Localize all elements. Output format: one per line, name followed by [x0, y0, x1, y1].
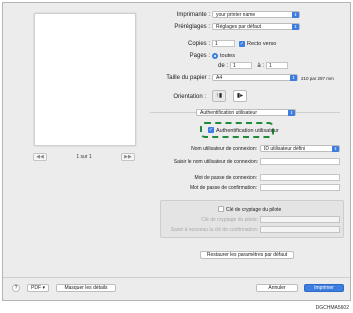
prev-page-button[interactable]: ◀◀ — [33, 153, 47, 161]
driver-key-confirm-field[interactable] — [260, 226, 340, 233]
password-field[interactable] — [260, 174, 340, 181]
driver-key-field-label: Clé de cryptage du pilote: — [201, 217, 258, 223]
pages-all-label: toutes — [220, 53, 235, 59]
copies-label: Copies : — [187, 41, 210, 47]
copies-field[interactable]: 1 — [212, 40, 235, 47]
presets-label: Préréglages : — [174, 24, 210, 30]
driver-key-label: Clé de cryptage du pilote — [226, 206, 282, 213]
pages-all-radio[interactable] — [212, 53, 218, 59]
pages-label: Pages : — [189, 53, 210, 59]
password-confirm-field[interactable] — [260, 184, 340, 191]
help-button[interactable]: ? — [12, 284, 20, 292]
presets-select[interactable]: Réglages par défaut ⇕ — [212, 23, 300, 30]
restore-defaults-button[interactable]: Restaurer les paramètres par défaut — [200, 251, 294, 259]
pages-from-field[interactable]: 1 — [230, 62, 252, 69]
duplex-checkbox[interactable]: ✓ — [239, 40, 245, 47]
page-indicator: 1 sur 1 — [76, 154, 92, 160]
printer-value: your printer name — [216, 12, 256, 18]
auth-checkbox[interactable]: ✓ — [208, 127, 214, 133]
landscape-icon: ▮▸ — [236, 93, 244, 99]
password-label: Mot de passe de connexion: — [194, 175, 257, 181]
login-name-label: Saisir le nom utilisateur de connexion: — [173, 159, 258, 165]
portrait-icon: ↑▮ — [215, 93, 223, 99]
panel-value: Authentification utilisateur — [200, 110, 257, 116]
login-name-field[interactable] — [260, 158, 340, 165]
page-preview — [34, 13, 136, 146]
printer-select[interactable]: your printer name ⇕ — [212, 11, 300, 18]
duplex-label: Recto verso — [247, 41, 277, 47]
password-confirm-label: Mot de passe de confirmation: — [190, 185, 257, 191]
auth-checkbox-label: Authentification utilisateur — [216, 127, 279, 134]
pdf-menu-button[interactable]: PDF ▾ — [27, 284, 49, 292]
chevron-updown-icon: ⇕ — [290, 75, 297, 81]
pages-from-label: de : — [217, 63, 228, 69]
driver-key-checkbox[interactable] — [218, 206, 224, 212]
landscape-orientation-button[interactable]: ▮▸ — [233, 90, 247, 102]
paper-size-select[interactable]: A4 ⇕ — [212, 74, 298, 81]
pages-to-label: à : — [257, 63, 264, 69]
hide-details-button[interactable]: Masquer les détails — [56, 284, 116, 292]
chevron-updown-icon: ⇕ — [332, 146, 339, 152]
paper-size-label: Taille du papier : — [166, 75, 210, 81]
preview-pager: ◀◀ 1 sur 1 ▶▶ — [33, 153, 135, 161]
login-type-select[interactable]: ID utilisateur défini ⇕ — [260, 145, 340, 152]
portrait-orientation-button[interactable]: ↑▮ — [212, 90, 226, 102]
chevron-updown-icon: ⇕ — [292, 12, 299, 18]
login-type-value: ID utilisateur défini — [264, 146, 306, 152]
print-button[interactable]: Imprimer — [304, 284, 344, 292]
next-page-button[interactable]: ▶▶ — [120, 153, 135, 161]
paper-size-value: A4 — [216, 75, 223, 81]
document-code: DGCHMA5602 — [315, 305, 349, 311]
pages-to-field[interactable]: 1 — [266, 62, 288, 69]
paper-dimensions: 210 par 297 mm — [301, 75, 334, 81]
driver-key-field[interactable] — [260, 216, 340, 223]
presets-value: Réglages par défaut — [216, 24, 262, 30]
orientation-label: Orientation : — [173, 94, 206, 100]
cancel-button[interactable]: Annuler — [256, 284, 298, 292]
login-type-label: Nom utilisateur de connexion: — [191, 146, 257, 152]
panel-select[interactable]: Authentification utilisateur ⇕ — [196, 109, 296, 116]
driver-key-confirm-label: Saisir à nouveau la clé de confirmation: — [170, 227, 258, 233]
printer-label: Imprimante : — [176, 12, 210, 18]
chevron-updown-icon: ⇕ — [288, 110, 295, 116]
chevron-updown-icon: ⇕ — [292, 24, 299, 30]
footer-divider — [3, 277, 350, 278]
pdf-label: PDF — [31, 285, 42, 291]
chevron-down-icon: ▾ — [42, 285, 45, 291]
